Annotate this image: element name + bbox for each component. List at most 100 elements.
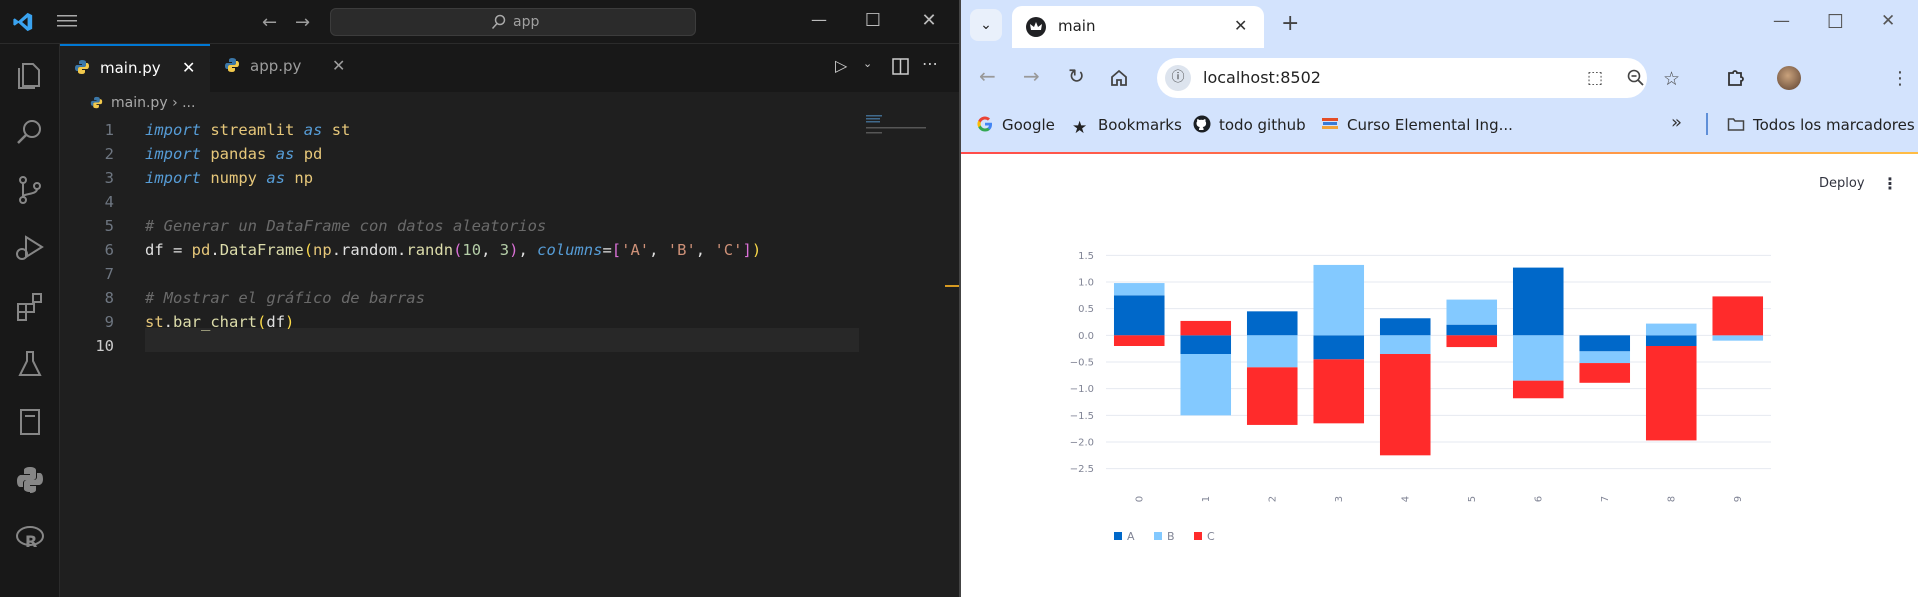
- minimize-icon[interactable]: —: [1773, 11, 1790, 31]
- bookmark-curso-elemental[interactable]: Curso Elemental Ing...: [1321, 113, 1513, 137]
- explorer-icon[interactable]: [14, 58, 46, 90]
- address-bar[interactable]: ⓘ localhost:8502: [1157, 58, 1647, 98]
- line-code: # Mostrar el gráfico de barras: [145, 286, 425, 310]
- code-token: DataFrame: [219, 241, 304, 259]
- browser-menu-icon[interactable]: ⋮: [1891, 68, 1909, 89]
- code-line[interactable]: 3 import numpy as np: [60, 166, 959, 190]
- bookmark-all-folder[interactable]: Todos los marcadores: [1727, 113, 1915, 137]
- translate-icon[interactable]: ⬚: [1587, 68, 1603, 88]
- site-info-icon[interactable]: ⓘ: [1165, 65, 1191, 91]
- maximize-icon[interactable]: ☐: [1827, 11, 1844, 33]
- code-line[interactable]: 6 df = pd.DataFrame(np.random.randn(10, 3…: [60, 238, 959, 262]
- line-number: 5: [104, 217, 114, 235]
- bar-C-0: [1113, 335, 1165, 346]
- bookmarks-divider: [1706, 113, 1708, 135]
- code-token: ,: [649, 241, 668, 259]
- code-token: =: [602, 241, 612, 259]
- bookmark-todo-github[interactable]: todo github: [1193, 113, 1306, 137]
- minimap[interactable]: [866, 115, 926, 135]
- code-line[interactable]: 2 import pandas as pd: [60, 142, 959, 166]
- code-line[interactable]: 1 import streamlit as st: [60, 118, 959, 142]
- code-line[interactable]: 8 # Mostrar el gráfico de barras: [60, 286, 959, 310]
- profile-avatar[interactable]: [1777, 66, 1801, 90]
- y-tick-label: 0.5: [1078, 304, 1094, 315]
- breadcrumb[interactable]: main.py › ...: [90, 92, 195, 114]
- y-tick-label: −1.0: [1070, 384, 1094, 395]
- bookmark-google[interactable]: Google: [976, 113, 1055, 137]
- y-tick-label: 1.0: [1078, 278, 1094, 289]
- python-file-icon: [90, 96, 103, 109]
- code-line[interactable]: 7: [60, 262, 959, 286]
- code-token: as: [303, 121, 323, 139]
- tab-label: app.py: [250, 57, 302, 75]
- browser-tab-main[interactable]: main ✕: [1012, 6, 1264, 48]
- close-tab-icon[interactable]: ✕: [182, 46, 195, 90]
- bar-A-7: [1579, 335, 1631, 352]
- menu-icon[interactable]: [57, 14, 77, 28]
- bar-A-1: [1180, 335, 1232, 354]
- close-icon[interactable]: ✕: [918, 10, 940, 32]
- forward-arrow-icon[interactable]: →: [1023, 64, 1040, 88]
- notebook-icon[interactable]: [14, 406, 46, 438]
- tab-main-py[interactable]: main.py ✕: [60, 44, 210, 92]
- close-tab-icon[interactable]: ✕: [1234, 16, 1247, 35]
- code-editor[interactable]: 1 import streamlit as st 2 import pandas as…: [60, 114, 959, 597]
- command-center-search[interactable]: app: [330, 8, 696, 36]
- tab-search-chevron-icon[interactable]: ⌄: [970, 9, 1002, 41]
- line-code: st.bar_chart(df): [145, 310, 294, 334]
- bookmark-star-icon[interactable]: ☆: [1663, 68, 1680, 90]
- code-token: as: [275, 145, 295, 163]
- reload-icon[interactable]: ↻: [1068, 64, 1085, 88]
- source-control-icon[interactable]: [14, 174, 46, 206]
- split-editor-icon[interactable]: [892, 58, 909, 75]
- r-language-icon[interactable]: R: [14, 522, 46, 554]
- more-bookmarks-chevron-icon[interactable]: »: [1671, 112, 1682, 133]
- legend-swatch-B: [1154, 532, 1162, 540]
- extensions-icon[interactable]: [14, 290, 46, 322]
- x-tick-label: 0: [1134, 496, 1145, 502]
- python-icon[interactable]: [14, 464, 46, 496]
- svg-text:R: R: [25, 532, 37, 551]
- code-token: (: [453, 241, 463, 259]
- new-tab-plus-icon[interactable]: +: [1281, 11, 1299, 36]
- testing-flask-icon[interactable]: [14, 348, 46, 380]
- code-token: pd: [191, 241, 211, 259]
- forward-arrow-icon[interactable]: →: [295, 12, 310, 33]
- search-icon[interactable]: [14, 116, 46, 148]
- vscode-window: ← → app — ☐ ✕ R main.py ✕ app.py ✕ ▷ ⌄ ⋯…: [0, 0, 959, 597]
- chevron-down-icon[interactable]: ⌄: [863, 57, 872, 70]
- run-debug-icon[interactable]: [14, 232, 46, 264]
- bar-C-7: [1579, 363, 1631, 383]
- code-line[interactable]: 5 # Generar un DataFrame con datos aleato…: [60, 214, 959, 238]
- back-arrow-icon[interactable]: ←: [262, 12, 277, 33]
- zoom-out-icon[interactable]: [1627, 69, 1645, 87]
- code-token: (: [257, 313, 267, 331]
- code-line[interactable]: 4: [60, 190, 959, 214]
- line-code: import pandas as pd: [145, 142, 322, 166]
- run-play-icon[interactable]: ▷: [835, 56, 847, 75]
- bookmark-bookmarks[interactable]: ★ Bookmarks: [1072, 113, 1182, 137]
- bar-A-6: [1512, 267, 1564, 336]
- bookmark-label: Todos los marcadores: [1753, 116, 1915, 134]
- back-arrow-icon[interactable]: ←: [979, 64, 996, 88]
- bookmark-label: Bookmarks: [1098, 116, 1182, 134]
- close-icon[interactable]: ✕: [1881, 11, 1895, 31]
- maximize-icon[interactable]: ☐: [862, 10, 884, 32]
- code-token: st: [331, 121, 351, 139]
- vscode-titlebar: ← → app — ☐ ✕: [0, 0, 959, 44]
- more-actions-icon[interactable]: ⋯: [922, 54, 938, 73]
- code-token: 3: [499, 241, 510, 259]
- code-line[interactable]: 9 st.bar_chart(df): [60, 310, 959, 334]
- home-icon[interactable]: [1109, 68, 1129, 88]
- minimize-icon[interactable]: —: [808, 10, 830, 32]
- y-tick-label: −2.0: [1070, 438, 1094, 449]
- legend-label: C: [1207, 530, 1215, 543]
- extensions-puzzle-icon[interactable]: [1726, 67, 1746, 87]
- activity-bar: R: [0, 44, 60, 597]
- tab-app-py[interactable]: app.py ✕: [210, 44, 355, 92]
- code-line[interactable]: 10: [60, 334, 959, 358]
- close-tab-icon[interactable]: ✕: [332, 44, 345, 88]
